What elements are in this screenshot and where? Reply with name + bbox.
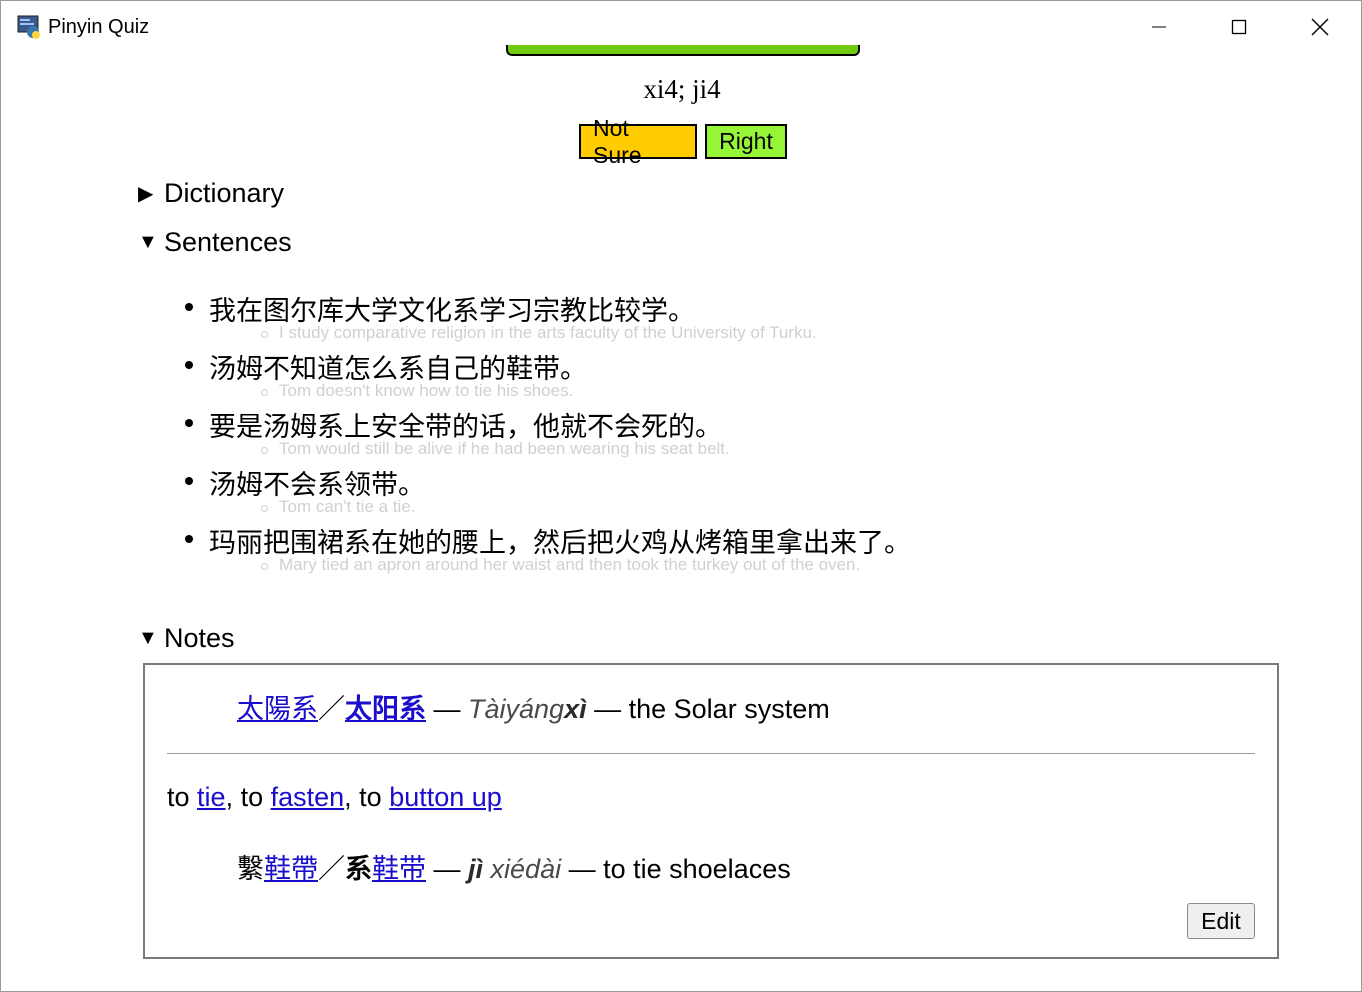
sentence-english: Tom doesn't know how to tie his shoes. xyxy=(279,381,574,400)
em-dash: — xyxy=(426,694,469,724)
pinyin-bold: xì xyxy=(564,694,587,724)
entry-meaning: to tie shoelaces xyxy=(603,854,791,884)
maximize-icon xyxy=(1231,19,1247,35)
pinyin-answer: xi4; ji4 xyxy=(643,74,721,104)
note-entry-solar-system: 太陽系／太阳系 — Tàiyángxì — the Solar system xyxy=(237,687,830,726)
bullet-icon xyxy=(185,419,193,427)
sentence-english: I study comparative religion in the arts… xyxy=(279,323,817,342)
trad-char: 繫 xyxy=(237,854,264,884)
maximize-button[interactable] xyxy=(1199,1,1279,53)
python-app-icon xyxy=(17,15,40,39)
circle-bullet-icon xyxy=(261,505,268,512)
pinyin-plain: Tàiyáng xyxy=(468,694,565,724)
def-text: , to xyxy=(344,782,390,812)
note-entry-shoelaces: 繫鞋帶／系鞋带 — jì xiédài — to tie shoelaces xyxy=(237,847,791,886)
entry-meaning: the Solar system xyxy=(628,694,830,724)
circle-bullet-icon xyxy=(261,331,268,338)
link-fasten[interactable]: fasten xyxy=(271,782,345,812)
circle-bullet-icon xyxy=(261,563,268,570)
notes-label: Notes xyxy=(164,623,235,653)
entry-pinyin: jì xiédài xyxy=(468,854,561,884)
pinyin-plain: xiédài xyxy=(483,854,562,884)
sentences-toggle[interactable]: ▼ Sentences xyxy=(138,227,292,258)
edit-button[interactable]: Edit xyxy=(1187,903,1255,939)
em-dash: — xyxy=(426,854,469,884)
not-sure-button[interactable]: Not Sure xyxy=(579,115,697,168)
link-simplified-xiedai[interactable]: 鞋带 xyxy=(372,854,426,884)
dictionary-label: Dictionary xyxy=(164,178,285,208)
bullet-icon xyxy=(185,477,193,485)
sentence-english: Tom can't tie a tie. xyxy=(279,497,416,516)
em-dash: — xyxy=(561,854,604,884)
notes-panel: 太陽系／太阳系 — Tàiyángxì — the Solar system t… xyxy=(143,663,1279,959)
def-text: to xyxy=(167,782,198,812)
window-title: Pinyin Quiz xyxy=(48,16,150,38)
triangle-down-icon: ▼ xyxy=(138,627,158,649)
link-simplified-taiyangxi[interactable]: 太阳系 xyxy=(345,694,426,724)
slash-separator: ／ xyxy=(318,854,345,884)
triangle-right-icon: ▶ xyxy=(138,183,154,205)
right-button[interactable]: Right xyxy=(705,124,787,159)
triangle-down-icon: ▼ xyxy=(138,231,158,253)
simp-char: 系 xyxy=(345,854,372,884)
circle-bullet-icon xyxy=(261,389,268,396)
close-icon xyxy=(1311,18,1329,36)
progress-bar xyxy=(506,45,860,56)
slash-separator: ／ xyxy=(318,694,345,724)
bullet-icon xyxy=(185,535,193,543)
link-button-up[interactable]: button up xyxy=(389,782,502,812)
bullet-icon xyxy=(185,361,193,369)
minimize-button[interactable] xyxy=(1119,1,1199,53)
entry-pinyin: Tàiyángxì xyxy=(468,694,587,724)
link-traditional-xiedai[interactable]: 鞋帶 xyxy=(264,854,318,884)
definition-line: to tie, to fasten, to button up xyxy=(167,782,502,813)
dictionary-toggle[interactable]: ▶ Dictionary xyxy=(138,178,284,209)
def-text: , to xyxy=(225,782,271,812)
pinyin-bold: jì xyxy=(468,854,484,884)
circle-bullet-icon xyxy=(261,447,268,454)
quiz-buttons: Not Sure Right xyxy=(579,115,787,168)
close-button[interactable] xyxy=(1280,1,1360,53)
app-window: Pinyin Quiz xi4; ji4 Not Sure Right ▶ Di… xyxy=(0,0,1362,992)
notes-divider xyxy=(167,753,1255,754)
em-dash: — xyxy=(586,694,629,724)
minimize-icon xyxy=(1152,26,1166,28)
bullet-icon xyxy=(185,303,193,311)
sentence-english: Tom would still be alive if he had been … xyxy=(279,439,730,458)
notes-toggle[interactable]: ▼ Notes xyxy=(138,623,235,654)
link-tie[interactable]: tie xyxy=(197,782,226,812)
link-traditional-taiyangxi[interactable]: 太陽系 xyxy=(237,694,318,724)
sentences-label: Sentences xyxy=(164,227,292,257)
sentence-english: Mary tied an apron around her waist and … xyxy=(279,555,861,574)
